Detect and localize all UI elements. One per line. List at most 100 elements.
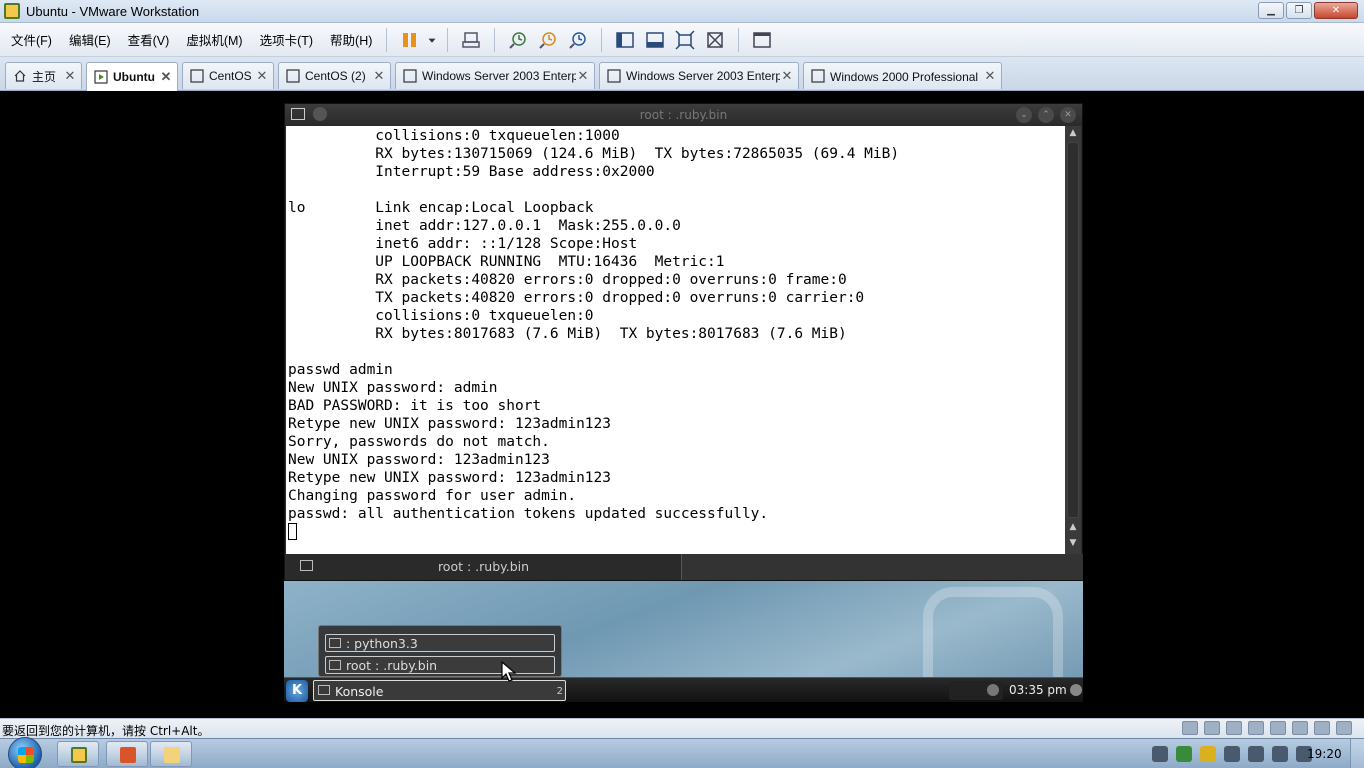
tab-label: Windows Server 2003 Enterpr… <box>626 69 780 83</box>
popup-item-python[interactable]: : python3.3 <box>325 634 555 652</box>
cd-dvd-icon[interactable] <box>1204 721 1220 735</box>
tab-label: 主页 <box>32 69 57 84</box>
taskbar-explorer[interactable] <box>150 741 192 767</box>
task-label: Konsole <box>335 684 384 699</box>
konsole-task-button[interactable]: Konsole 2 <box>313 680 566 701</box>
close-icon[interactable]: ✕ <box>159 69 173 85</box>
show-desktop-button[interactable] <box>1350 739 1364 768</box>
kde-menu-icon[interactable]: K <box>286 680 308 702</box>
konsole-window[interactable]: root : .ruby.bin ⌄ ⌃ ✕ collisions:0 txqu… <box>284 103 1083 581</box>
menu-help[interactable]: 帮助(H) <box>324 30 378 49</box>
close-icon[interactable]: ✕ <box>63 68 77 84</box>
terminal-icon <box>318 685 330 695</box>
menu-edit[interactable]: 编辑(E) <box>63 30 117 49</box>
terminal-line: TX packets:40820 errors:0 dropped:0 over… <box>288 290 865 306</box>
close-icon[interactable]: ✕ <box>983 68 997 84</box>
restore-button[interactable]: ❐ <box>1286 2 1312 19</box>
pause-icon[interactable] <box>398 28 422 52</box>
terminal-line: Interrupt:59 Base address:0x2000 <box>288 164 655 180</box>
toolbar-separator <box>601 27 603 52</box>
scrollbar-thumb[interactable] <box>1067 142 1079 518</box>
minimize-icon[interactable]: ⌄ <box>1016 107 1032 123</box>
tray-app-icon[interactable] <box>1248 746 1264 762</box>
tab-home[interactable]: 主页 ✕ <box>5 62 82 89</box>
close-icon[interactable]: ✕ <box>780 68 794 84</box>
tab-centos-2[interactable]: CentOS (2) ✕ <box>278 62 391 89</box>
hard-disk-icon[interactable] <box>1182 721 1198 735</box>
task-group-popup: : python3.3 root : .ruby.bin <box>318 625 562 677</box>
taskbar-app-2[interactable] <box>106 741 148 767</box>
usb-icon[interactable] <box>1248 721 1264 735</box>
tab-win2000[interactable]: Windows 2000 Professional（… ✕ <box>803 62 1002 89</box>
text-cursor <box>288 523 297 540</box>
printer-icon[interactable] <box>1292 721 1308 735</box>
terminal-output[interactable]: collisions:0 txqueuelen:1000 RX bytes:13… <box>286 126 1066 554</box>
vm-icon <box>403 69 417 83</box>
console-view-icon[interactable] <box>613 28 637 52</box>
close-icon[interactable]: ✕ <box>576 68 590 84</box>
close-icon[interactable]: ✕ <box>1060 107 1076 123</box>
scroll-down-arrow-icon[interactable]: ▼ <box>1067 538 1079 550</box>
toolbar-separator <box>738 27 740 52</box>
popup-item-label: root : .ruby.bin <box>346 658 438 673</box>
message-icon[interactable] <box>1336 721 1352 735</box>
tray-app-icon[interactable] <box>1200 746 1216 762</box>
snapshot-revert-icon[interactable] <box>536 28 560 52</box>
tray-app-icon[interactable] <box>1224 746 1240 762</box>
close-icon[interactable]: ✕ <box>255 68 269 84</box>
display-icon[interactable] <box>1314 721 1330 735</box>
tab-label: Windows 2000 Professional（… <box>830 69 983 84</box>
tab-ubuntu[interactable]: Ubuntu ✕ <box>86 62 178 91</box>
menu-view[interactable]: 查看(V) <box>122 30 176 49</box>
taskbar-vmware[interactable] <box>57 741 99 767</box>
tray-expand-icon[interactable] <box>987 684 999 696</box>
fit-guest-icon[interactable] <box>643 28 667 52</box>
folder-icon <box>164 747 180 763</box>
konsole-tab[interactable]: root : .ruby.bin <box>286 554 682 580</box>
menu-vm[interactable]: 虚拟机(M) <box>180 30 248 49</box>
tray-app-icon[interactable] <box>1152 746 1168 762</box>
konsole-title-bar[interactable]: root : .ruby.bin ⌄ ⌃ ✕ <box>285 104 1082 126</box>
menu-file[interactable]: 文件(F) <box>5 30 58 49</box>
kde-clock[interactable]: 03:35 pm <box>1009 683 1067 697</box>
tab-win2003-a[interactable]: Windows Server 2003 Enterpr… ✕ <box>395 62 595 89</box>
send-ctrl-alt-del-icon[interactable] <box>459 28 483 52</box>
start-button[interactable] <box>8 737 42 768</box>
vm-icon <box>190 69 204 83</box>
security-shield-icon[interactable] <box>1176 746 1192 762</box>
windows-clock[interactable]: 19:20 <box>1307 747 1342 761</box>
windows-taskbar: 19:20 <box>0 737 1364 768</box>
tab-win2003-b[interactable]: Windows Server 2003 Enterpr… ✕ <box>599 62 799 89</box>
sound-icon[interactable] <box>1270 721 1286 735</box>
toolbar-separator <box>494 27 496 52</box>
terminal-line: Retype new UNIX password: 123admin123 <box>288 470 612 486</box>
terminal-line: collisions:0 txqueuelen:0 <box>288 308 594 324</box>
tab-centos[interactable]: CentOS ✕ <box>182 62 274 89</box>
menu-tabs[interactable]: 选项卡(T) <box>254 30 319 49</box>
terminal-line: collisions:0 txqueuelen:1000 <box>288 128 620 144</box>
scroll-up-arrow-icon[interactable]: ▲ <box>1067 522 1079 534</box>
terminal-line: lo Link encap:Local Loopback <box>288 200 594 216</box>
popup-item-ruby[interactable]: root : .ruby.bin <box>325 656 555 674</box>
terminal-line: passwd admin <box>288 362 393 378</box>
thumbnail-icon[interactable] <box>750 28 774 52</box>
dropdown-arrow-icon[interactable] <box>425 28 439 52</box>
minimize-button[interactable]: ▁ <box>1258 2 1284 19</box>
presentation-app-icon <box>120 747 136 763</box>
network-icon[interactable] <box>1272 746 1288 762</box>
unity-icon[interactable] <box>703 28 727 52</box>
moon-icon[interactable] <box>1070 684 1082 696</box>
full-screen-icon[interactable] <box>673 28 697 52</box>
snapshot-take-icon[interactable] <box>506 28 530 52</box>
terminal-line: inet addr:127.0.0.1 Mask:255.0.0.0 <box>288 218 681 234</box>
network-adapter-icon[interactable] <box>1226 721 1242 735</box>
snapshot-manager-icon[interactable] <box>566 28 590 52</box>
terminal-scrollbar[interactable]: ▲ ▲ ▼ <box>1065 126 1081 554</box>
window-title-bar[interactable]: Ubuntu - VMware Workstation ▁ ❐ ✕ <box>0 0 1364 23</box>
maximize-icon[interactable]: ⌃ <box>1038 107 1054 123</box>
toolbar-separator <box>447 27 449 52</box>
scroll-up-arrow-icon[interactable]: ▲ <box>1067 128 1079 140</box>
window-title: Ubuntu - VMware Workstation <box>26 3 200 19</box>
close-button[interactable]: ✕ <box>1314 2 1358 19</box>
close-icon[interactable]: ✕ <box>372 68 386 84</box>
